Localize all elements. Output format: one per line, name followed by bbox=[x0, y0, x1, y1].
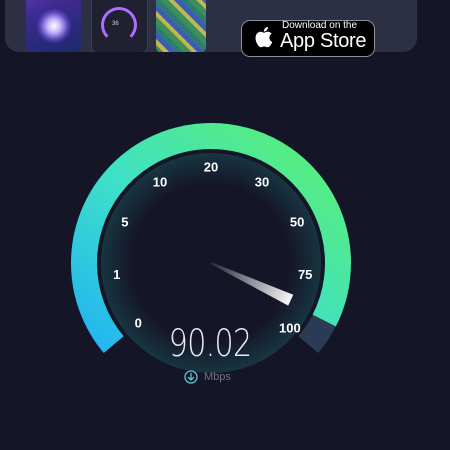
tick-label-20: 20 bbox=[204, 159, 218, 174]
download-arrow-icon bbox=[184, 370, 198, 384]
tick-label-10: 10 bbox=[153, 174, 167, 189]
tick-label-1: 1 bbox=[113, 267, 120, 282]
speed-value: 90.02 bbox=[168, 322, 253, 365]
unit-label: Mbps bbox=[204, 371, 231, 383]
tick-label-75: 75 bbox=[298, 267, 312, 282]
speedtest-screen: 36 Download on the App Store 0 1 5 10 20… bbox=[0, 0, 450, 450]
gauge-arc-unfilled bbox=[298, 314, 336, 353]
tick-label-100: 100 bbox=[279, 321, 301, 336]
tick-label-0: 0 bbox=[135, 316, 142, 331]
unit-row: Mbps bbox=[184, 369, 231, 385]
tick-label-5: 5 bbox=[121, 214, 128, 229]
tick-label-30: 30 bbox=[255, 174, 269, 189]
tick-label-50: 50 bbox=[290, 214, 304, 229]
